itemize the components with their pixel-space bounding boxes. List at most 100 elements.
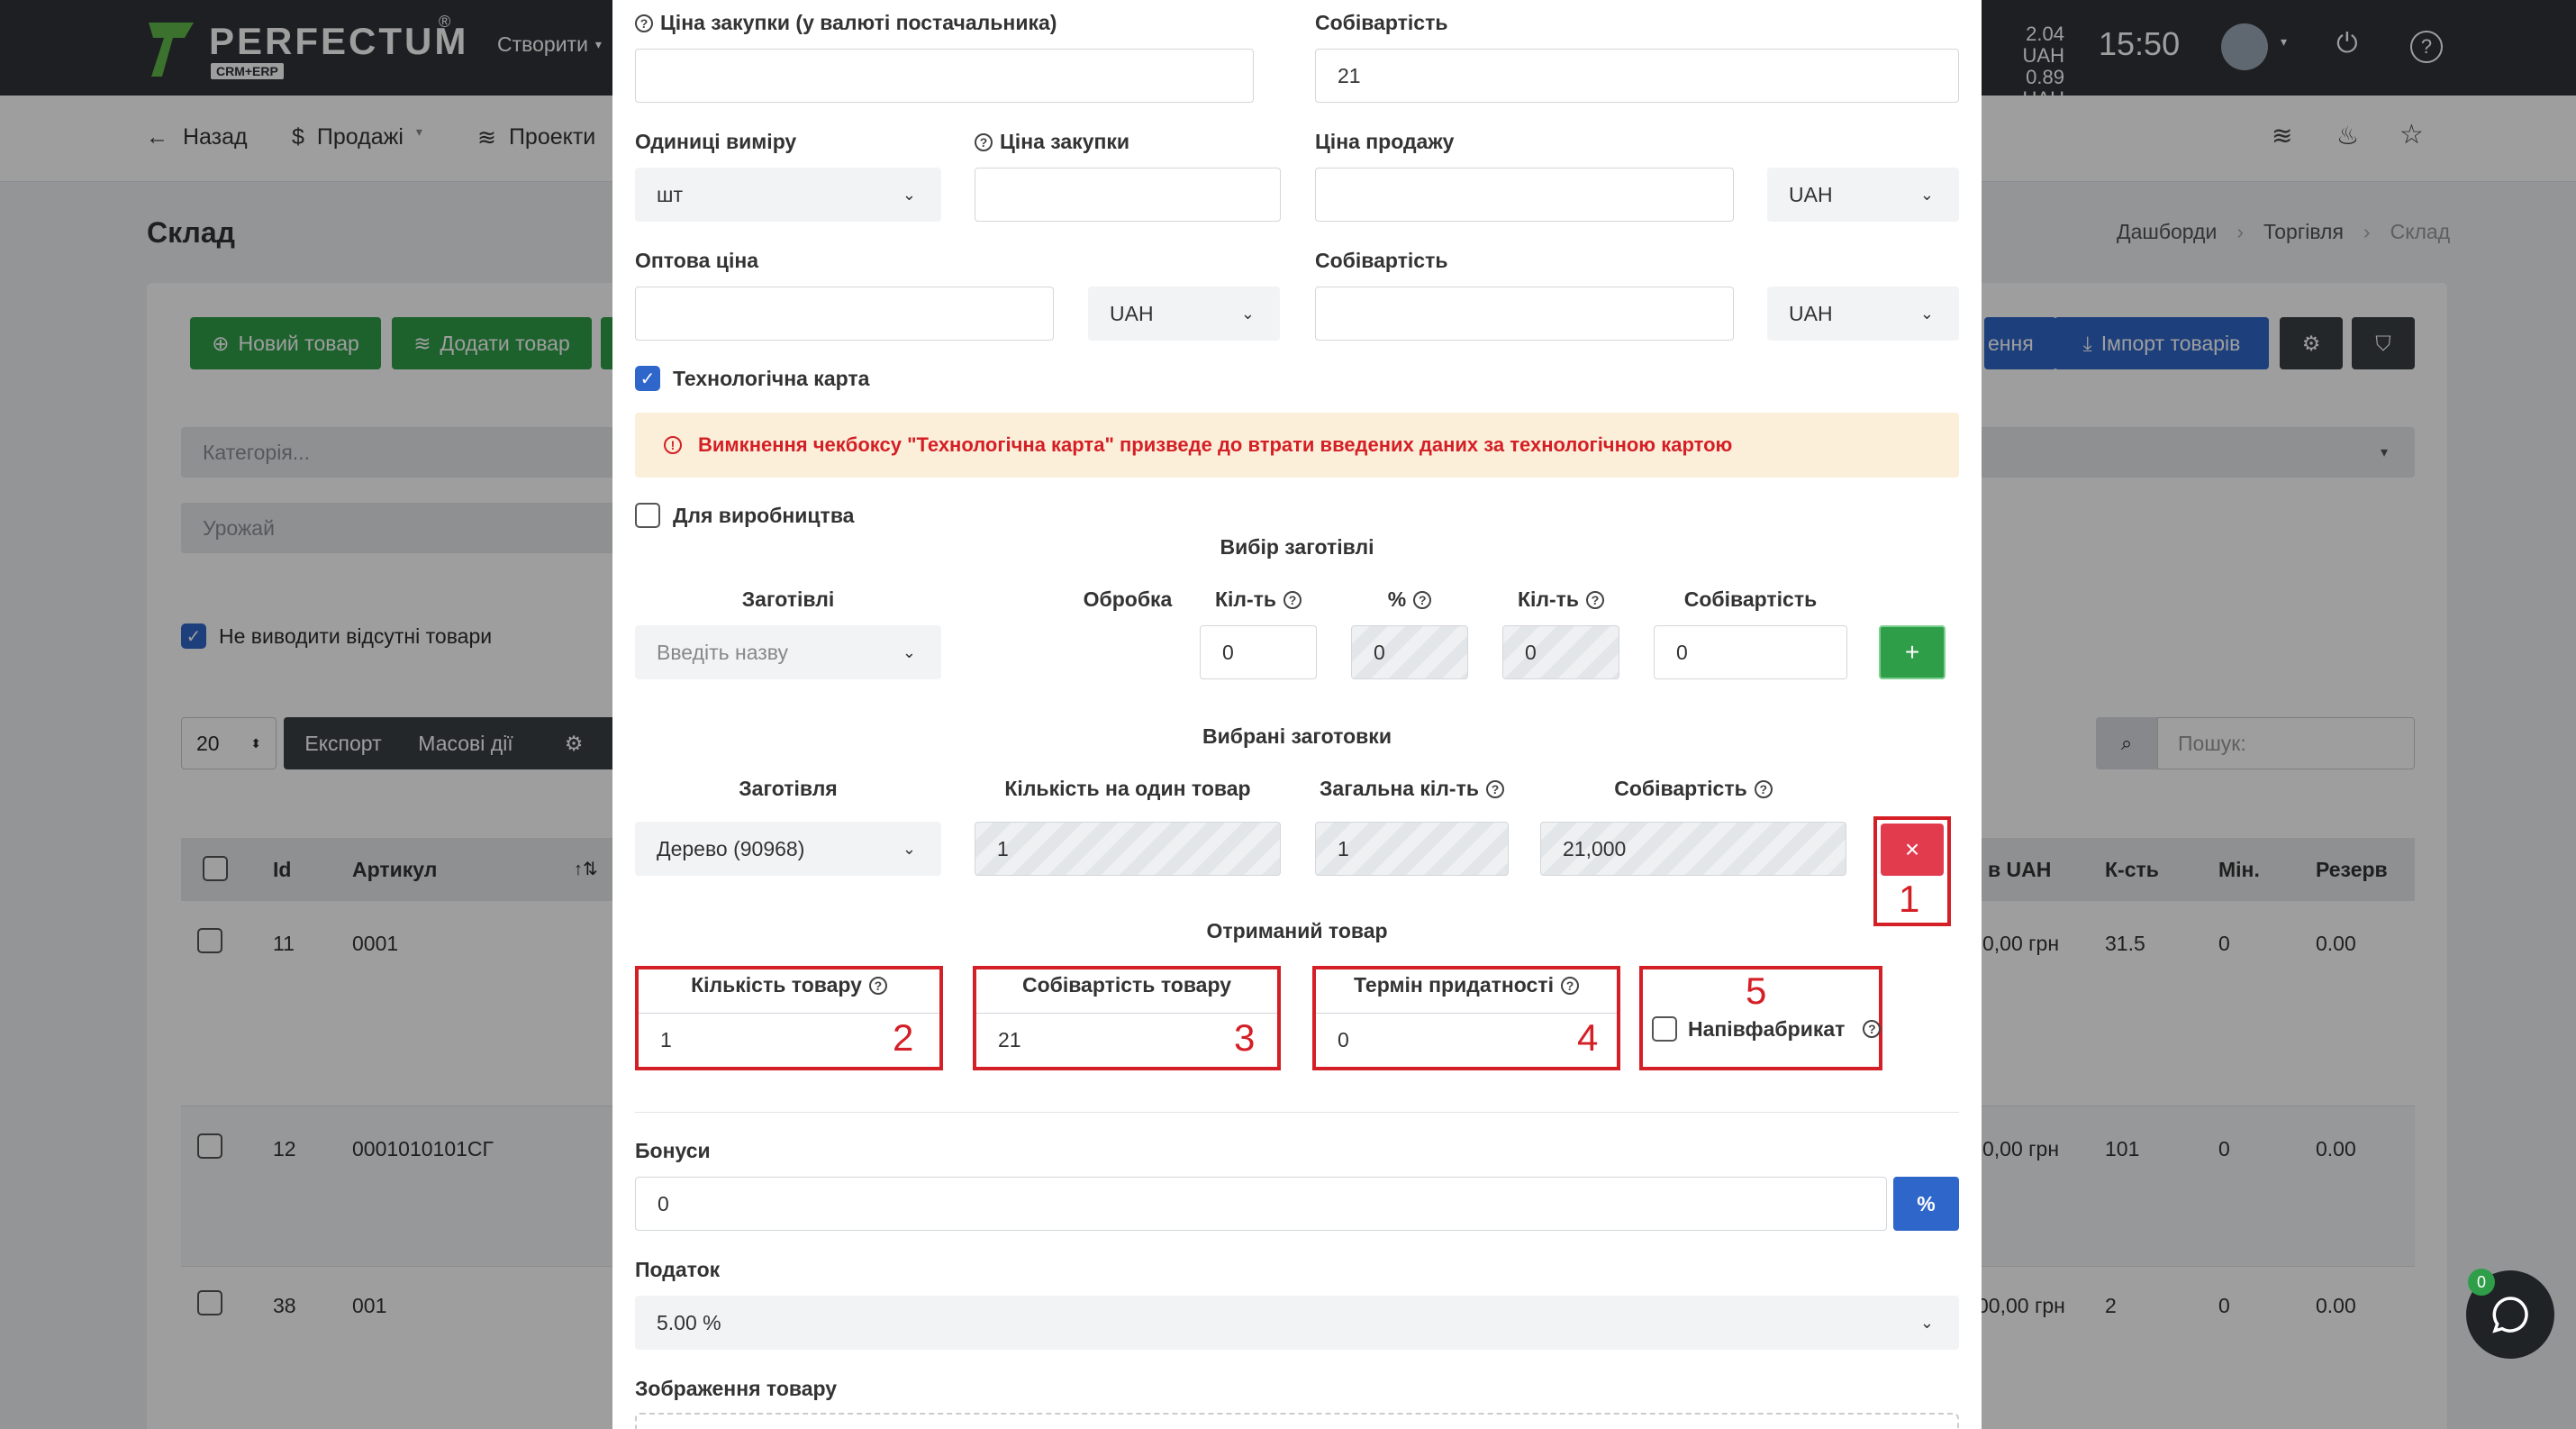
col-pct-text: % [1387,587,1407,611]
col-qty2-text: Кіл-ть [1517,587,1580,611]
chevron-down-icon: ⌄ [902,185,916,204]
shelf-life-group: Термін придатності ? 0 4 [1312,966,1620,1070]
selected-blanks-title: Вибрані заготовки [1202,724,1392,748]
received-product-title: Отриманий товар [1206,919,1388,942]
close-icon: × [1904,835,1920,863]
tech-card-checkbox[interactable]: ✓ [635,366,660,391]
help-icon[interactable]: ? [1586,590,1605,609]
col-blanks: Заготівлі [741,587,835,611]
cost-product-group: Собівартість товару 21 3 [973,966,1281,1070]
warning-icon: ! [664,436,682,454]
units-select[interactable]: шт ⌄ [635,168,941,222]
col-total: Загальна кіл-ть ? [1315,777,1509,801]
selected-blank-select[interactable]: Дерево (90968) ⌄ [635,822,941,876]
cost-value: 21 [1338,63,1361,87]
blank-qty-input[interactable]: 0 [1200,625,1317,679]
bonus-input[interactable]: 0 [635,1177,1887,1231]
cost-product-label: Собівартість товару [1021,973,1232,997]
bonus-value: 0 [658,1191,669,1215]
cost-currency-select[interactable]: UAH ⌄ [1767,287,1959,341]
blank-cost-value: 0 [1676,640,1688,664]
chat-icon [2492,1297,2528,1333]
tax-value: 5.00 % [657,1310,721,1334]
warning-text: Вимкнення чекбоксу "Технологічна карта" … [698,433,1733,456]
divider [635,1112,1959,1113]
col-qty: Кіл-ть ? [1200,587,1317,612]
add-blank-button[interactable]: + [1879,625,1946,679]
shelf-life-label: Термін придатності ? [1316,973,1617,997]
remove-blank-button[interactable]: × [1881,824,1944,876]
semi-product-checkbox[interactable] [1652,1016,1677,1042]
for-production-label: Для виробництва [673,503,855,527]
purchase-price-input[interactable] [975,168,1281,222]
shelf-life-input[interactable]: 0 [1316,1013,1617,1067]
cost-input[interactable]: 21 [1315,49,1959,103]
col-total-text: Загальна кіл-ть [1320,777,1479,800]
chevron-down-icon: ⌄ [902,642,916,661]
blank-select[interactable]: Введіть назву ⌄ [635,625,941,679]
cost-label: Собівартість [1315,11,1448,34]
col-qty2: Кіл-ть ? [1502,587,1619,612]
qty-product-value: 1 [660,1028,672,1051]
total-qty-value: 1 [1338,836,1349,860]
qty-product-label: Кількість товару ? [639,973,939,997]
purchase-price-label: ? Ціна закупки [975,130,1129,154]
chevron-down-icon: ⌄ [1919,1313,1934,1332]
col-blank: Заготівля [739,777,838,800]
col-selected-cost-text: Собівартість [1614,777,1747,800]
image-label: Зображення товару [635,1377,838,1400]
chevron-down-icon: ⌄ [1919,185,1934,204]
for-production-checkbox[interactable] [635,503,660,528]
tech-card-toggle[interactable]: ✓ Технологічна карта [635,366,869,391]
selected-blank-value: Дерево (90968) [657,836,805,860]
blank-pct-input: 0 [1351,625,1468,679]
warning-alert: ! Вимкнення чекбоксу "Технологічна карта… [635,413,1959,478]
purchase-price-text: Ціна закупки [1000,130,1130,153]
chevron-down-icon: ⌄ [1240,304,1255,323]
selected-cost-input: 21,000 [1540,822,1846,876]
wholesale-currency-select[interactable]: UAH ⌄ [1088,287,1280,341]
marker-1: 1 [1899,878,1920,920]
bonus-label: Бонуси [635,1139,711,1162]
help-icon[interactable]: ? [1485,779,1504,798]
shelf-life-value: 0 [1338,1028,1349,1051]
units-label: Одиниці виміру [635,130,797,153]
chat-badge: 0 [2468,1269,2495,1296]
help-icon[interactable]: ? [1863,1020,1882,1038]
chevron-down-icon: ⌄ [902,839,916,858]
semi-product-group: 5 Напівфабрикат ? [1639,966,1882,1070]
plus-icon: + [1904,638,1920,666]
cost-input-2[interactable] [1315,287,1734,341]
cost-currency-value: UAH [1789,301,1833,325]
help-icon[interactable]: ? [1283,590,1302,609]
blank-placeholder: Введіть назву [657,640,789,664]
help-icon[interactable]: ? [1413,590,1432,609]
cost-product-input[interactable]: 21 [976,1013,1277,1067]
semi-product-toggle[interactable]: Напівфабрикат ? [1652,1016,1882,1042]
help-icon[interactable]: ? [868,976,887,995]
wholesale-input[interactable] [635,287,1054,341]
image-dropzone[interactable] [635,1413,1959,1429]
help-icon[interactable]: ? [635,14,653,32]
tax-label: Податок [635,1258,721,1281]
marker-2: 2 [893,1016,914,1059]
sale-price-input[interactable] [1315,168,1734,222]
help-icon[interactable]: ? [1754,779,1773,798]
sale-currency-select[interactable]: UAH ⌄ [1767,168,1959,222]
shelf-life-text: Термін придатності [1354,973,1554,997]
purchase-price-supplier-text: Ціна закупки (у валюті постачальника) [660,11,1057,34]
tax-select[interactable]: 5.00 % ⌄ [635,1296,1959,1350]
bonus-unit-button[interactable]: % [1893,1177,1959,1231]
for-production-toggle[interactable]: Для виробництва [635,503,854,528]
help-icon[interactable]: ? [975,132,993,151]
blank-cost-input[interactable]: 0 [1654,625,1847,679]
wholesale-currency-value: UAH [1110,301,1154,325]
sale-currency-value: UAH [1789,182,1833,206]
col-pct: % ? [1351,587,1468,612]
col-qty-text: Кіл-ть [1214,587,1277,611]
semi-product-label: Напівфабрикат [1688,1016,1846,1041]
marker-3: 3 [1234,1016,1256,1059]
purchase-price-supplier-input[interactable] [635,49,1254,103]
help-icon[interactable]: ? [1560,976,1579,995]
wholesale-label: Оптова ціна [635,249,759,272]
